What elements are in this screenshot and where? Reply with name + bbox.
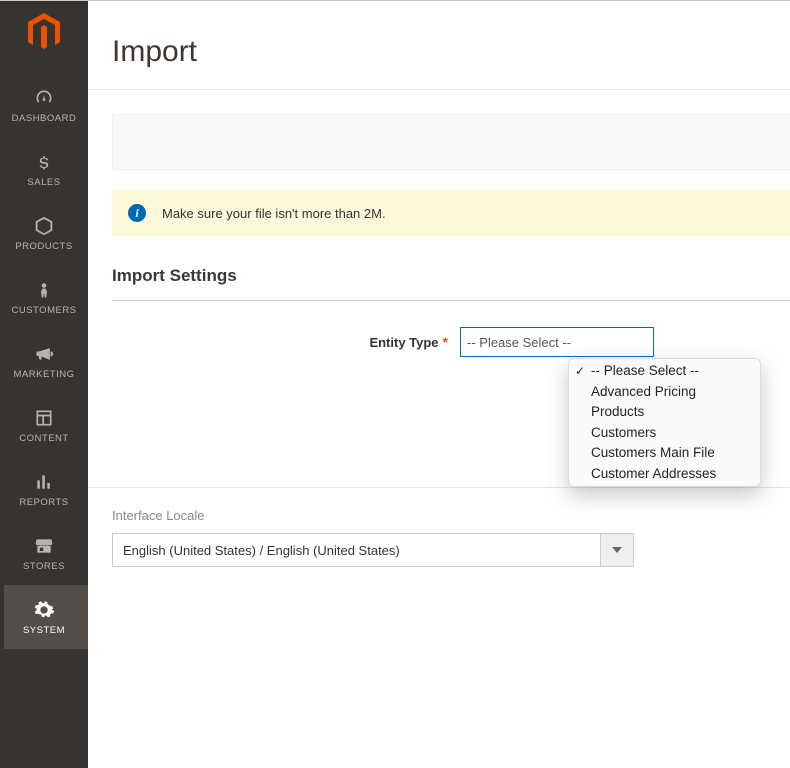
entity-type-option[interactable]: Products bbox=[569, 402, 760, 423]
main-content: Import i Make sure your file isn't more … bbox=[88, 1, 790, 768]
page-title: Import bbox=[112, 35, 790, 69]
nav-stores[interactable]: STORES bbox=[0, 521, 88, 585]
nav-label: SALES bbox=[27, 177, 60, 188]
megaphone-icon bbox=[32, 343, 56, 365]
nav-label: CONTENT bbox=[19, 433, 68, 444]
nav-label: STORES bbox=[23, 561, 65, 572]
nav-reports[interactable]: REPORTS bbox=[0, 457, 88, 521]
info-icon: i bbox=[128, 204, 146, 222]
nav-system[interactable]: SYSTEM bbox=[0, 585, 88, 649]
storefront-icon bbox=[32, 535, 56, 557]
locale-label: Interface Locale bbox=[112, 508, 790, 523]
nav-label: CUSTOMERS bbox=[11, 305, 76, 316]
nav-label: PRODUCTS bbox=[15, 241, 72, 252]
entity-type-label: Entity Type* bbox=[112, 334, 460, 350]
locale-select-value[interactable]: English (United States) / English (Unite… bbox=[112, 533, 600, 567]
magento-logo bbox=[27, 1, 61, 62]
nav-customers[interactable]: CUSTOMERS bbox=[0, 265, 88, 329]
notice-text: Make sure your file isn't more than 2M. bbox=[162, 206, 386, 221]
chevron-down-icon bbox=[612, 547, 622, 553]
entity-type-select[interactable]: -- Please Select -- bbox=[460, 327, 654, 357]
entity-type-option[interactable]: Customer Addresses bbox=[569, 464, 760, 485]
nav-marketing[interactable]: MARKETING bbox=[0, 329, 88, 393]
required-asterisk: * bbox=[443, 334, 448, 350]
person-icon bbox=[32, 279, 56, 301]
entity-type-option[interactable]: Customers Main File bbox=[569, 443, 760, 464]
gear-icon bbox=[32, 599, 56, 621]
nav-label: DASHBOARD bbox=[12, 113, 77, 124]
entity-type-option[interactable]: Advanced Pricing bbox=[569, 382, 760, 403]
entity-type-option[interactable]: -- Please Select -- bbox=[569, 361, 760, 382]
layout-icon bbox=[32, 407, 56, 429]
dollar-icon bbox=[32, 151, 56, 173]
nav-label: SYSTEM bbox=[23, 625, 65, 636]
nav-label: REPORTS bbox=[19, 497, 68, 508]
toolbar-area bbox=[112, 114, 790, 170]
locale-select-toggle[interactable] bbox=[600, 533, 634, 567]
entity-type-option[interactable]: Customers bbox=[569, 423, 760, 444]
gauge-icon bbox=[32, 87, 56, 109]
entity-type-dropdown[interactable]: -- Please Select --Advanced PricingProdu… bbox=[568, 358, 761, 487]
import-settings-heading: Import Settings bbox=[112, 266, 790, 286]
bars-icon bbox=[32, 471, 56, 493]
nav-label: MARKETING bbox=[14, 369, 75, 380]
cube-icon bbox=[32, 215, 56, 237]
nav-dashboard[interactable]: DASHBOARD bbox=[0, 73, 88, 137]
nav-sales[interactable]: SALES bbox=[0, 137, 88, 201]
file-size-notice: i Make sure your file isn't more than 2M… bbox=[112, 190, 790, 236]
nav-content[interactable]: CONTENT bbox=[0, 393, 88, 457]
nav-products[interactable]: PRODUCTS bbox=[0, 201, 88, 265]
sidebar: DASHBOARD SALES PRODUCTS CUSTOMERS MARKETING… bbox=[0, 1, 88, 768]
